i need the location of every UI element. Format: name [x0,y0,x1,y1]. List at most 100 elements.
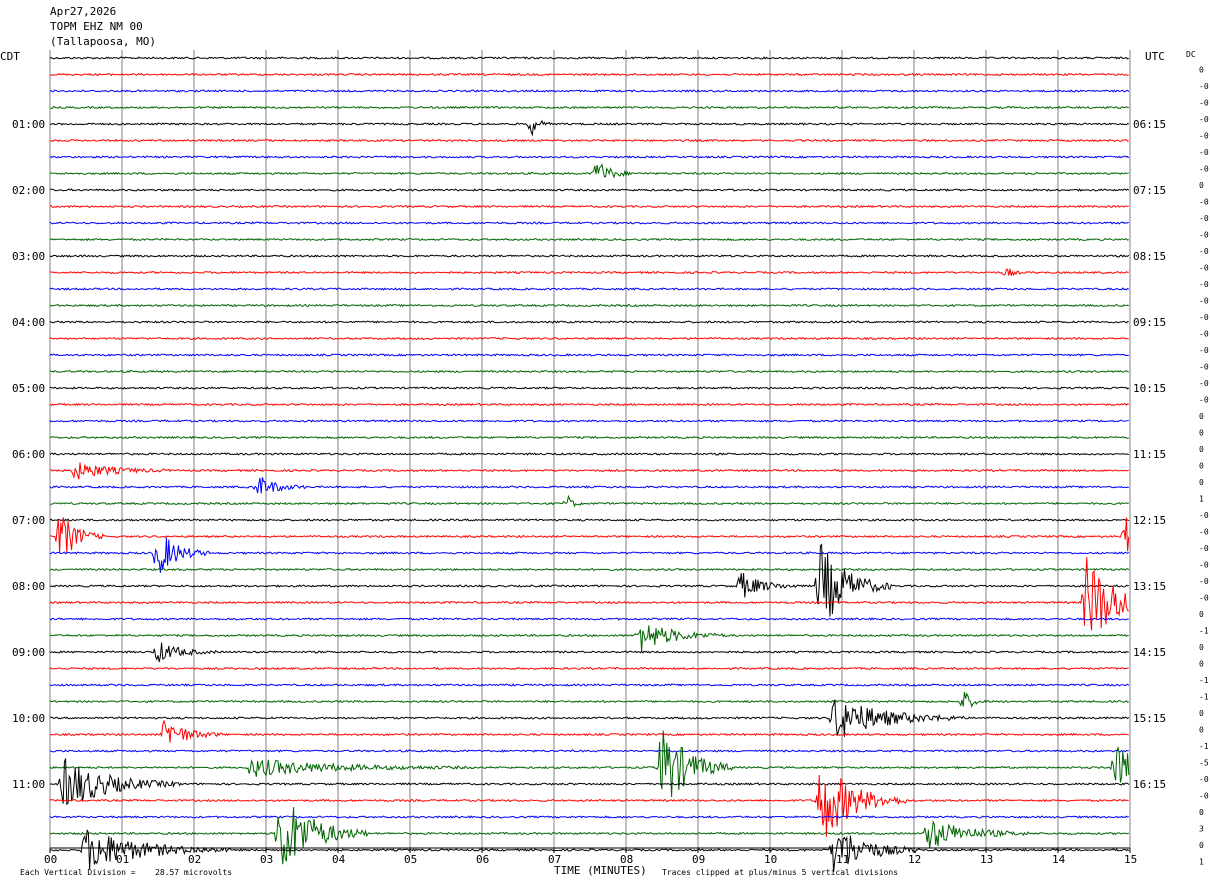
right-hour-label: 15:15 [1133,712,1166,725]
x-tick-label: 05 [404,853,417,866]
seismic-trace [49,567,1130,572]
seismic-trace [49,303,1130,308]
dc-offset: 0 [1199,841,1204,850]
seismic-trace [49,642,1129,663]
dc-offset: -0 [1199,280,1209,289]
dc-offset: -0 [1199,577,1209,586]
seismic-trace [49,758,1130,806]
seismic-trace [49,138,1129,143]
left-hour-label: 01:00 [12,118,45,131]
seismic-trace [49,163,1129,179]
dc-offset: -0 [1199,528,1209,537]
seismic-trace [49,518,1130,522]
left-hour-label: 02:00 [12,184,45,197]
x-tick-label: 00 [44,853,57,866]
scale-prefix: Each Vertical Division = [20,868,136,877]
dc-offset: -0 [1199,99,1209,108]
seismic-trace [49,89,1130,93]
dc-offset: -1 [1199,676,1209,685]
left-timezone-label: CDT [0,50,20,63]
dc-offset: -0 [1199,148,1209,157]
right-hour-label: 10:15 [1133,382,1166,395]
dc-offset: -0 [1199,165,1209,174]
left-hour-label: 07:00 [12,514,45,527]
dc-offset: -0 [1199,198,1209,207]
seismic-trace [49,719,1129,743]
dc-offset: 0 [1199,478,1204,487]
dc-offset: 0 [1199,445,1204,454]
seismic-trace [49,749,1129,753]
dc-offset: -0 [1199,396,1209,405]
seismic-trace [49,419,1129,423]
left-hour-label: 04:00 [12,316,45,329]
dc-offset: 0 [1199,429,1204,438]
left-hour-label: 05:00 [12,382,45,395]
seismic-trace [50,517,1130,554]
dc-offset: -0 [1199,544,1209,553]
seismic-trace [49,119,1130,137]
seismic-trace [49,386,1130,390]
right-hour-label: 08:15 [1133,250,1166,263]
right-hour-label: 16:15 [1133,778,1166,791]
seismic-trace [50,72,1129,77]
seismic-trace [49,287,1130,291]
seismic-trace [49,666,1129,671]
x-tick-label: 04 [332,853,346,866]
dc-offset: 0 [1199,181,1204,190]
seismic-trace [49,683,1130,687]
dc-offset: -0 [1199,297,1209,306]
seismic-trace [49,204,1129,209]
helicorder-plot: CDT UTC DC TIME (MINUTES) Each Vertical … [0,50,1209,877]
x-tick-label: 11 [836,853,849,866]
x-tick-label: 09 [692,853,705,866]
seismic-trace [49,369,1129,374]
dc-offset: -0 [1199,594,1209,603]
dc-offset: -1 [1199,742,1209,751]
clip-note: Traces clipped at plus/minus 5 vertical … [662,868,898,877]
x-tick-label: 08 [620,853,633,866]
right-hour-label: 12:15 [1133,514,1166,527]
right-hour-label: 11:15 [1133,448,1166,461]
seismic-trace [49,155,1130,159]
dc-offset: -5 [1199,759,1209,768]
right-timezone-label: UTC [1145,50,1165,63]
x-tick-label: 01 [116,853,129,866]
seismic-trace [49,452,1130,456]
dc-offset: -0 [1199,115,1209,124]
scale-value: 28.57 microvolts [155,868,232,877]
x-tick-label: 07 [548,853,561,866]
time-grid [49,50,1131,848]
dc-offset: 1 [1199,495,1204,504]
seismic-trace [49,691,1129,708]
dc-label: DC [1186,50,1196,59]
left-hour-label: 10:00 [12,712,45,725]
seismic-trace [49,56,1129,60]
dc-offset: 0 [1199,808,1204,817]
seismic-trace [49,336,1129,341]
seismic-trace [49,221,1129,225]
seismic-trace [49,254,1130,258]
dc-offset: 0 [1199,66,1204,75]
seismic-trace [49,543,1129,617]
dc-offset: 0 [1199,412,1204,421]
left-hour-label: 11:00 [12,778,45,791]
dc-offset: -0 [1199,132,1209,141]
seismic-trace [49,462,1129,480]
dc-offset: -0 [1199,247,1209,256]
dc-offset: 0 [1199,462,1204,471]
dc-offset: -1 [1199,693,1209,702]
dc-offset: -0 [1199,379,1209,388]
seismic-trace [49,353,1129,357]
right-hour-label: 13:15 [1133,580,1166,593]
right-hour-label: 09:15 [1133,316,1166,329]
dc-offset: -1 [1199,627,1209,636]
seismic-trace [49,237,1129,242]
dc-offset: -0 [1199,313,1209,322]
x-tick-label: 06 [476,853,489,866]
dc-offset: -0 [1199,330,1209,339]
dc-offset: -0 [1199,231,1209,240]
x-tick-label: 03 [260,853,273,866]
dc-offset: 0 [1199,643,1204,652]
dc-offset: -0 [1199,511,1209,520]
dc-offset: -0 [1199,264,1209,273]
